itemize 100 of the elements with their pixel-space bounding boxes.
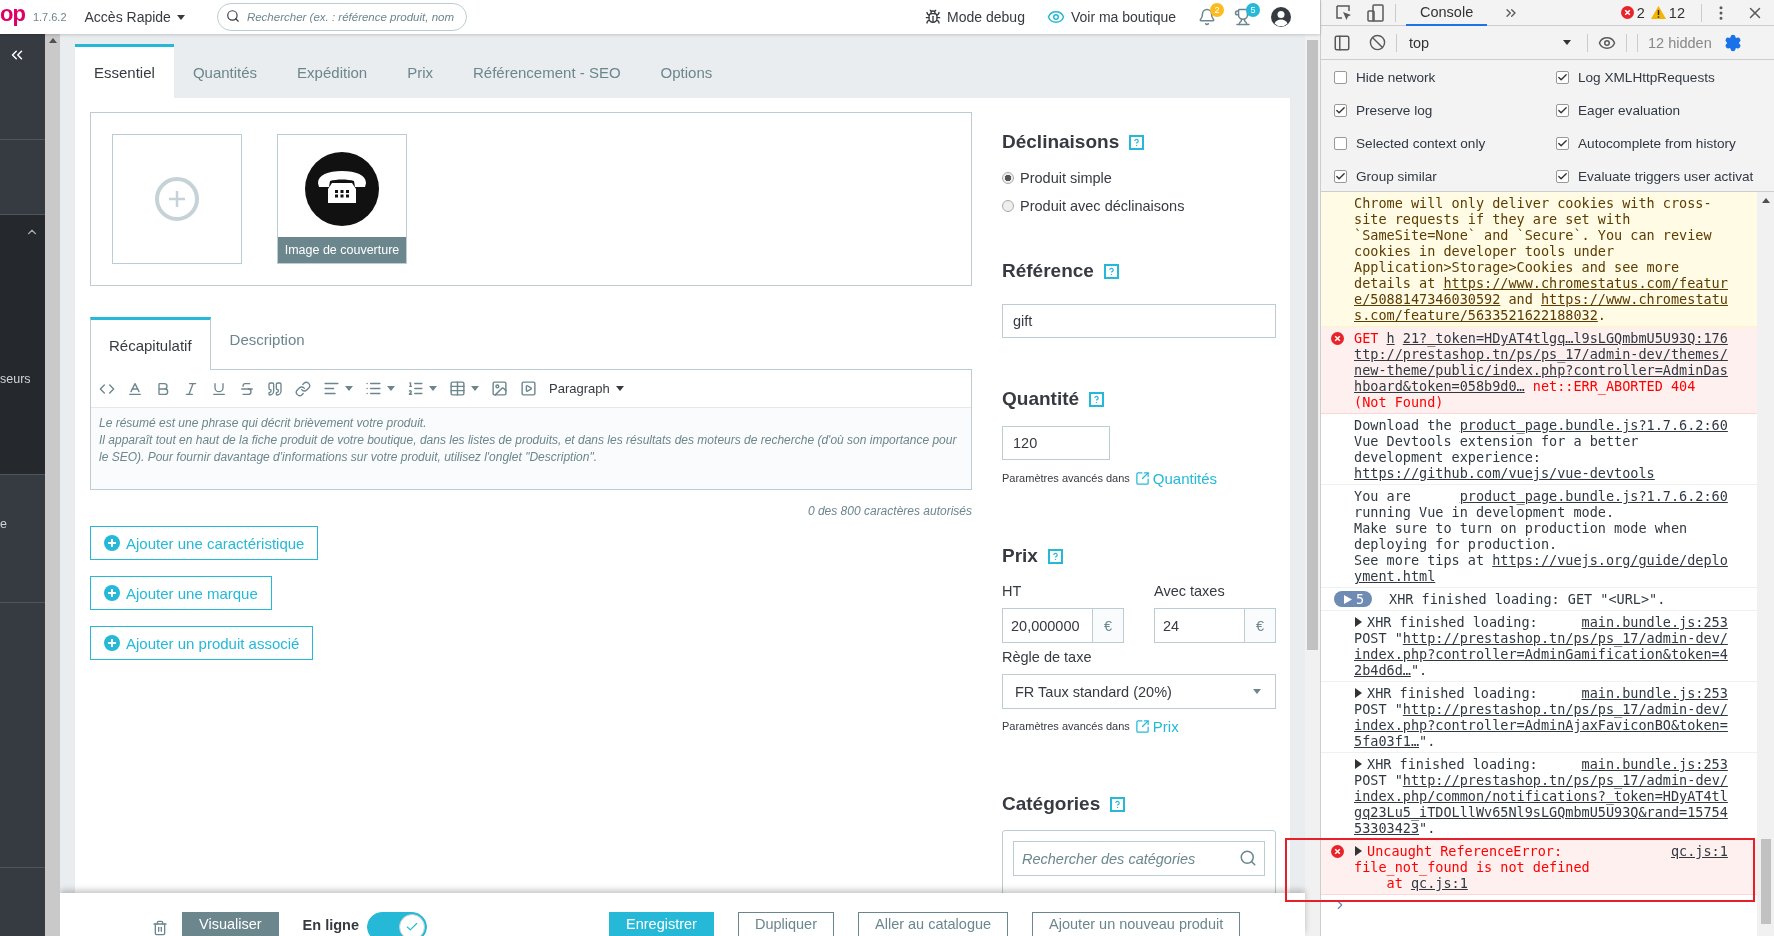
link[interactable]: yment.html [1354, 568, 1436, 584]
link[interactable]: https://www.chromestatus.com/featur [1443, 275, 1728, 291]
source-link[interactable]: product_page.bundle.js?1.7.6.2:60 [1459, 417, 1728, 433]
price-input[interactable]: 24 [1154, 608, 1244, 643]
checkbox[interactable] [1334, 170, 1347, 183]
trash-icon[interactable] [152, 920, 168, 936]
input-field[interactable]: gift [1002, 304, 1276, 338]
checkbox[interactable] [1556, 137, 1569, 150]
link[interactable]: ttp://prestashop.tn/ps/ps_17/admin-dev/themes/ [1354, 346, 1728, 362]
link[interactable]: h [1386, 330, 1395, 346]
debug-mode-link[interactable]: Mode debug [925, 9, 1025, 25]
check-icon [405, 920, 419, 934]
text-color-icon[interactable] [127, 380, 143, 397]
bold-icon[interactable] [155, 380, 171, 397]
checkbox[interactable] [1556, 104, 1569, 117]
link-icon[interactable] [295, 380, 311, 397]
table-icon[interactable] [449, 380, 466, 397]
tab[interactable]: Essentiel [75, 44, 174, 98]
checkbox[interactable] [1556, 170, 1569, 183]
sidebar-item[interactable]: seurs [0, 372, 45, 386]
user-icon[interactable] [1270, 6, 1292, 28]
link[interactable]: http://prestashop.tn/ps/ps_17/admin-dev/ [1402, 772, 1728, 788]
radio-button[interactable] [1002, 200, 1014, 212]
context-select[interactable]: top [1407, 34, 1577, 51]
quote-icon[interactable] [267, 380, 283, 397]
bullet-list-icon[interactable] [365, 380, 382, 397]
source-link[interactable]: main.bundle.js:253 [1581, 614, 1728, 630]
expand-icon[interactable] [1354, 617, 1363, 627]
inspect-icon[interactable] [1335, 3, 1353, 22]
link[interactable]: http://prestashop.tn/ps/ps_17/admin-dev/ [1402, 630, 1728, 646]
input-field[interactable]: 120 [1002, 426, 1110, 460]
numbered-list-icon[interactable] [407, 380, 424, 397]
link[interactable]: https://github.com/vuejs/vue-devtools [1354, 465, 1655, 481]
price-input[interactable]: 20,000000 [1002, 608, 1092, 643]
caret-icon[interactable] [429, 386, 437, 391]
search-field[interactable]: Rechercher des catégories [1013, 841, 1265, 876]
link[interactable]: e/5088147346030592 [1354, 291, 1501, 307]
link[interactable]: https://www.chromestatu [1540, 291, 1728, 307]
source-link[interactable]: main.bundle.js:253 [1581, 756, 1728, 772]
link[interactable]: index.php?controller=AdminGamification&token=4 [1354, 646, 1728, 662]
add-image-tile[interactable] [112, 134, 242, 264]
section-title: Quantité [1002, 387, 1080, 411]
message-text: file_not_found is not defined [1354, 859, 1590, 875]
source-link[interactable]: 21?_token=HDyAT4tlgq…l9sLGQmbmU5U93Q:176 [1402, 330, 1728, 346]
link[interactable]: https://vuejs.org/guide/deplo [1492, 552, 1728, 568]
link[interactable]: gq23Lu5_iTDOLllWv65Nl9sLGQmbmU5U93Q&rand=15754 [1354, 804, 1728, 820]
group-toggle[interactable]: 5 [1334, 591, 1372, 607]
sidebar-toggle-icon[interactable] [1333, 33, 1351, 52]
checkbox[interactable] [1334, 71, 1347, 84]
eye-icon [1046, 8, 1065, 26]
image-icon[interactable] [491, 380, 508, 397]
clear-icon[interactable] [1369, 34, 1386, 51]
search-field[interactable]: Rechercher (ex. : référence produit, nom [216, 3, 467, 31]
caret-icon[interactable] [471, 386, 479, 391]
link[interactable]: http://prestashop.tn/ps/ps_17/admin-dev/ [1402, 701, 1728, 717]
cover-image-tile[interactable]: Image de couverture [277, 134, 407, 264]
caret-icon[interactable] [387, 386, 395, 391]
link[interactable]: hboard&token=058b9d0… [1354, 378, 1525, 394]
caret-icon [176, 14, 185, 20]
action-button[interactable]: Ajouter un nouveau produit [1032, 912, 1241, 936]
checkbox[interactable] [1556, 71, 1569, 84]
link[interactable]: s.com/feature/5633521622188032 [1354, 307, 1598, 323]
rich-text-editor[interactable] [90, 369, 972, 490]
link[interactable]: new-theme/public/index.php?controller=AdminDas [1354, 362, 1728, 378]
strikethrough-icon[interactable] [239, 380, 255, 397]
view-shop-link[interactable]: Voir ma boutique [1046, 8, 1176, 26]
link[interactable]: 2b4d6d… [1354, 662, 1411, 678]
source-link[interactable]: main.bundle.js:253 [1581, 685, 1728, 701]
align-icon[interactable] [323, 380, 340, 397]
expand-icon[interactable] [1354, 688, 1363, 698]
link[interactable]: 53303423 [1354, 820, 1420, 836]
checkbox[interactable] [1334, 137, 1347, 150]
sidebar-item[interactable]: e [0, 517, 45, 531]
tab[interactable]: Récapitulatif [90, 317, 211, 370]
video-icon[interactable] [520, 380, 537, 397]
device-icon[interactable] [1367, 3, 1385, 22]
caret-icon[interactable] [345, 386, 353, 391]
settings-icon[interactable] [1723, 33, 1742, 52]
section-title: Catégories [1002, 792, 1101, 816]
source-link[interactable]: qc.js:1 [1670, 843, 1728, 859]
expand-icon[interactable] [1354, 759, 1363, 769]
quick-access-menu[interactable]: Accès Rapide [84, 9, 185, 25]
message-text: GET h [1354, 330, 1395, 346]
tax-select[interactable]: FR Taux standard (20%) [1002, 674, 1276, 709]
underline-icon[interactable] [211, 380, 227, 397]
expand-icon[interactable] [1354, 846, 1363, 856]
checkbox[interactable] [1334, 104, 1347, 117]
message-text: POST "http://prestashop.tn/ps/ps_17/admin-dev/ [1354, 701, 1728, 717]
preview-button[interactable]: Visualiser [182, 912, 279, 936]
action-button[interactable]: Dupliquer [737, 912, 834, 936]
source-link[interactable]: product_page.bundle.js?1.7.6.2:60 [1459, 488, 1728, 504]
link[interactable]: index.php/common/notifications?_token=HDyAT4tl [1354, 788, 1728, 804]
toggle-switch[interactable] [367, 912, 427, 936]
radio-button[interactable] [1002, 172, 1014, 184]
link[interactable]: qc.js:1 [1410, 875, 1468, 891]
action-button[interactable]: Aller au catalogue [858, 912, 1009, 936]
italic-icon[interactable] [183, 380, 199, 397]
format-dropdown[interactable]: Paragraph [549, 381, 624, 396]
link[interactable]: 5fa03f1… [1354, 733, 1420, 749]
link[interactable]: index.php?controller=AdminAjaxFaviconBO&token= [1354, 717, 1728, 733]
